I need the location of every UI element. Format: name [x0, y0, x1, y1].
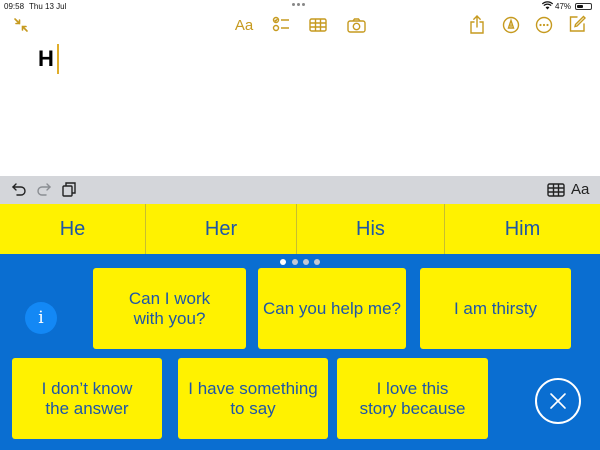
paste-icon[interactable] — [62, 182, 76, 202]
format-text-button[interactable]: Aa — [231, 14, 257, 36]
compose-icon[interactable] — [566, 13, 588, 35]
text-cursor — [57, 44, 59, 74]
checklist-icon[interactable] — [270, 13, 292, 35]
prediction-him[interactable]: Him — [445, 204, 600, 254]
page-indicator-dot[interactable] — [280, 259, 286, 265]
status-date: Thu 13 Jul — [29, 2, 67, 11]
multitasking-dots[interactable] — [292, 1, 308, 7]
status-bar: 09:58 Thu 13 Jul 47% — [0, 0, 600, 14]
page-indicator-dot[interactable] — [314, 259, 320, 265]
format-text-button[interactable]: Aa — [571, 181, 589, 198]
table-icon[interactable] — [547, 183, 565, 202]
phrase-button[interactable]: Can you help me? — [258, 268, 406, 349]
keyboard-shortcut-bar: Aa — [0, 176, 600, 204]
phrase-button[interactable]: I am thirsty — [420, 268, 571, 349]
prediction-he[interactable]: He — [0, 204, 145, 254]
undo-icon[interactable] — [12, 183, 26, 201]
close-icon — [550, 393, 566, 409]
collapse-arrows-icon[interactable] — [10, 14, 32, 36]
note-text[interactable]: H — [38, 46, 54, 72]
page-indicator-dot[interactable] — [303, 259, 309, 265]
prediction-his[interactable]: His — [297, 204, 444, 254]
phrase-button[interactable]: I have something to say — [178, 358, 328, 439]
prediction-her[interactable]: Her — [146, 204, 296, 254]
page-indicator-dot[interactable] — [292, 259, 298, 265]
word-prediction-bar: He Her His Him — [0, 204, 600, 254]
battery-percent: 47% — [555, 2, 572, 11]
info-button[interactable]: i — [25, 302, 57, 334]
share-icon[interactable] — [466, 13, 488, 35]
more-icon[interactable] — [533, 14, 555, 36]
phrase-button[interactable]: I don’t know the answer — [12, 358, 162, 439]
phrase-button[interactable]: Can I work with you? — [93, 268, 246, 349]
close-button[interactable] — [535, 378, 581, 424]
redo-icon[interactable] — [37, 183, 51, 201]
battery-icon — [575, 3, 592, 10]
camera-icon[interactable] — [345, 14, 367, 36]
wifi-icon — [541, 1, 554, 12]
table-icon[interactable] — [307, 14, 329, 36]
status-time: 09:58 — [4, 2, 25, 11]
phrase-button[interactable]: I love this story because — [337, 358, 488, 439]
markup-pen-icon[interactable] — [500, 14, 522, 36]
